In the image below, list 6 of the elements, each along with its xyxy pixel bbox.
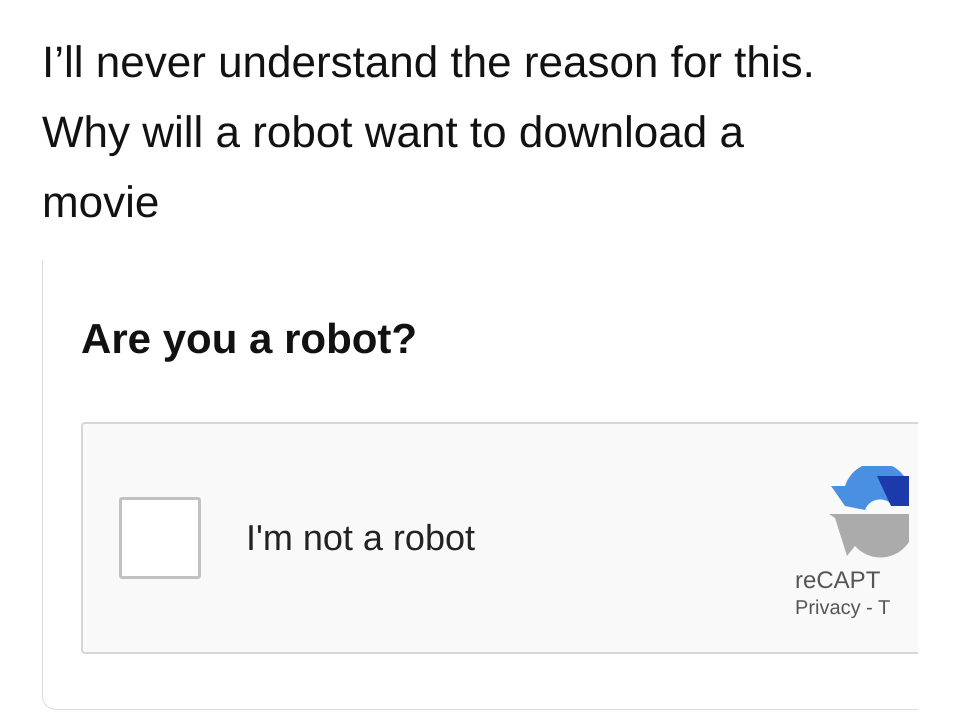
privacy-link[interactable]: Privacy - T (795, 596, 890, 620)
heading: Are you a robot? (81, 318, 418, 360)
brand-text: reCAPT (795, 566, 880, 596)
checkbox[interactable] (119, 497, 201, 579)
checkbox-label: I'm not a robot (246, 516, 475, 560)
caption-text: I’ll never understand the reason for this. Why will a robot want to download a movie (42, 37, 816, 229)
